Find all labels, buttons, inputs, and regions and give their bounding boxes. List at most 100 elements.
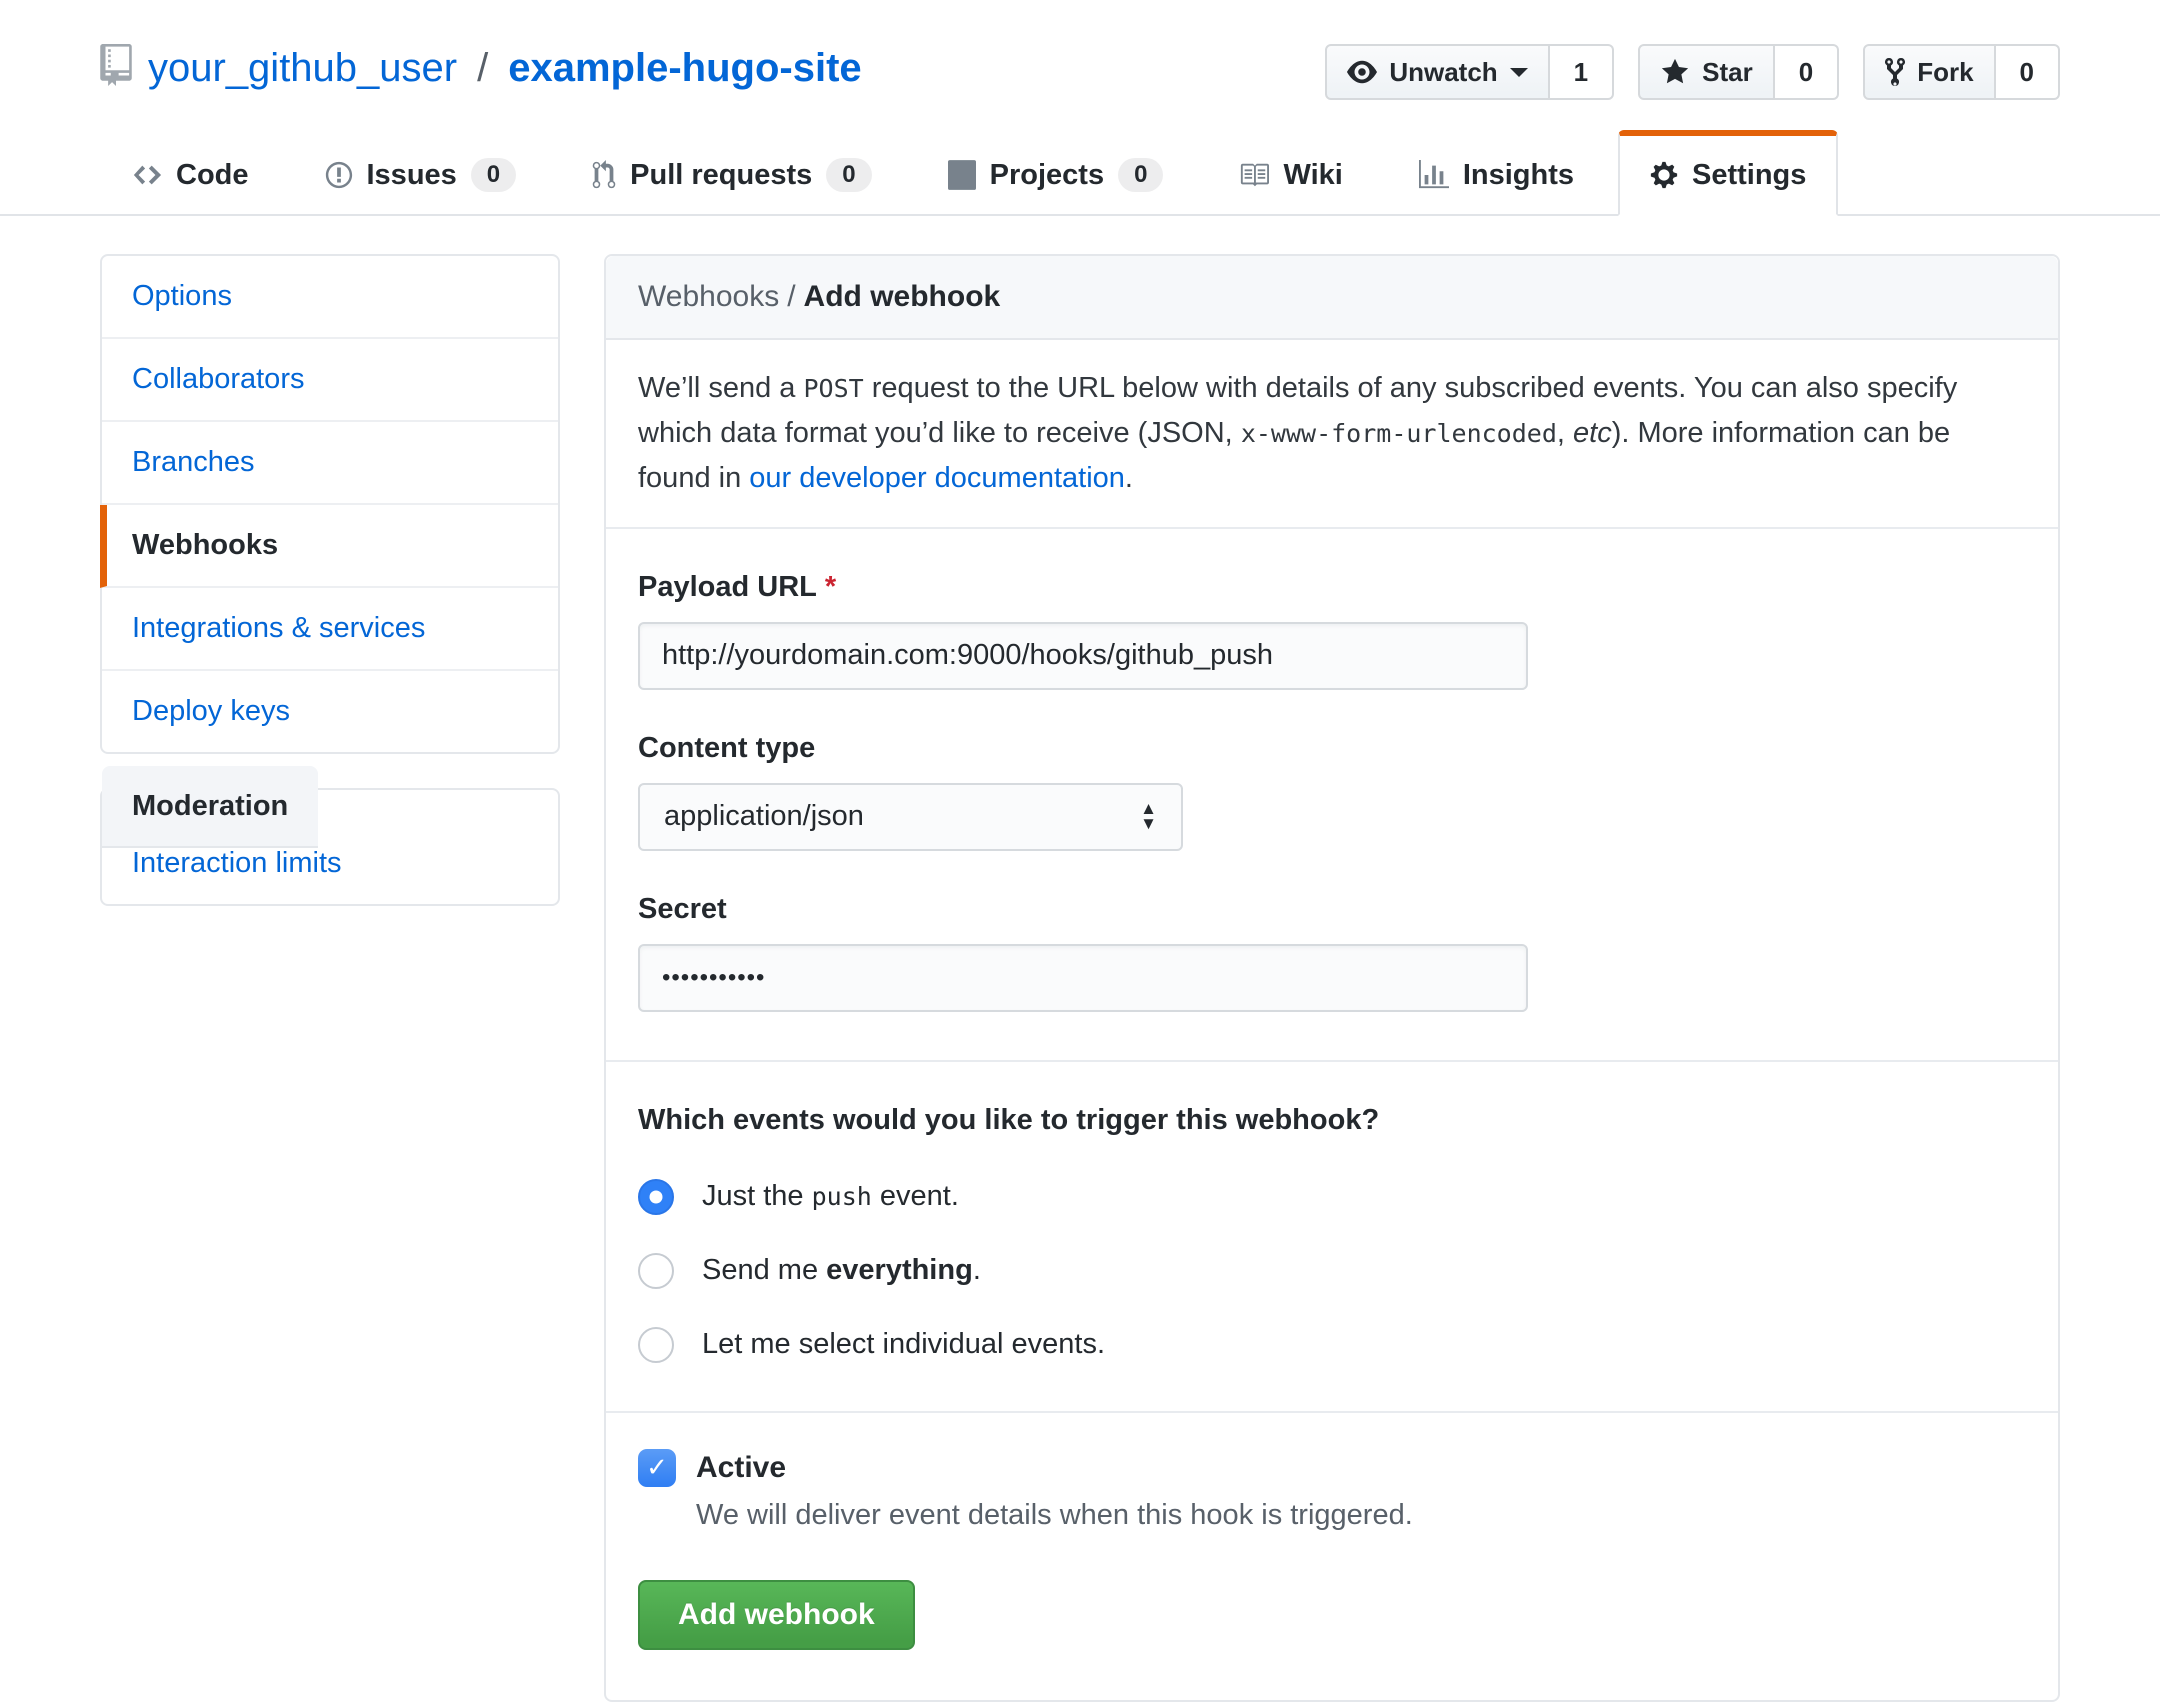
etc-italic-text: etc — [1573, 417, 1612, 449]
payload-url-label: Payload URL* — [638, 571, 2026, 604]
tab-code[interactable]: Code — [100, 130, 281, 216]
add-webhook-panel: Webhooks/Add webhook We’ll send a POST r… — [604, 254, 2060, 1702]
sidebar-item-deploy-keys[interactable]: Deploy keys — [102, 671, 558, 752]
description-text: . — [1125, 462, 1133, 494]
gear-icon — [1650, 160, 1678, 190]
radio-just-push[interactable]: Just the push event. — [638, 1179, 2026, 1215]
tab-wiki-label: Wiki — [1283, 159, 1342, 192]
urlencoded-code-text: x-www-form-urlencoded — [1241, 419, 1557, 448]
tab-projects-label: Projects — [990, 159, 1104, 192]
breadcrumb: your_github_user / example-hugo-site — [100, 40, 862, 96]
eye-icon — [1347, 57, 1377, 87]
breadcrumb-separator: / — [473, 46, 492, 91]
panel-breadcrumb: Webhooks/Add webhook — [606, 256, 2058, 340]
caret-down-icon — [1510, 68, 1528, 86]
active-section: ✓ Active We will deliver event details w… — [606, 1413, 2058, 1700]
radio-send-everything[interactable]: Send me everything. — [638, 1253, 2026, 1289]
settings-content: Options Collaborators Branches Webhooks … — [100, 254, 2060, 1702]
star-button[interactable]: Star — [1638, 44, 1775, 100]
moderation-menu: Moderation Interaction limits — [100, 788, 560, 906]
page-header: your_github_user / example-hugo-site Unw… — [0, 0, 2160, 216]
breadcrumb-row: your_github_user / example-hugo-site Unw… — [100, 40, 2060, 100]
repo-nav: Code Issues 0 Pull requests 0 Projects 0… — [100, 130, 2060, 214]
webhooks-breadcrumb-link[interactable]: Webhooks — [638, 280, 779, 313]
content-type-group: Content type application/json ▲ ▼ — [638, 732, 2026, 851]
radio-button-icon[interactable] — [638, 1253, 674, 1289]
radio-send-everything-label: Send me everything. — [702, 1254, 981, 1287]
panel-breadcrumb-current: Add webhook — [804, 280, 1001, 313]
fork-icon — [1885, 56, 1905, 88]
tab-issues-label: Issues — [367, 159, 457, 192]
settings-sidebar: Options Collaborators Branches Webhooks … — [100, 254, 560, 906]
radio-just-push-label: Just the push event. — [702, 1180, 959, 1213]
code-icon — [132, 160, 162, 190]
webhook-form: Payload URL* Content type application/js… — [606, 529, 2058, 1060]
book-icon — [1239, 160, 1269, 190]
tab-settings-label: Settings — [1692, 159, 1806, 192]
sidebar-item-webhooks[interactable]: Webhooks — [100, 505, 558, 588]
developer-documentation-link[interactable]: our developer documentation — [749, 462, 1125, 494]
tab-pull-requests-label: Pull requests — [630, 159, 812, 192]
tab-pull-requests[interactable]: Pull requests 0 — [560, 130, 903, 216]
watch-button-group: Unwatch 1 — [1325, 44, 1614, 100]
payload-url-group: Payload URL* — [638, 571, 2026, 690]
post-code-text: POST — [804, 374, 864, 403]
issues-counter: 0 — [471, 158, 516, 192]
sidebar-item-collaborators[interactable]: Collaborators — [102, 339, 558, 422]
panel-breadcrumb-separator: / — [779, 280, 803, 313]
repo-owner-link[interactable]: your_github_user — [148, 46, 457, 91]
settings-menu: Options Collaborators Branches Webhooks … — [100, 254, 560, 754]
issue-opened-icon — [325, 160, 353, 190]
active-label: Active — [696, 1451, 786, 1485]
pull-requests-counter: 0 — [826, 158, 871, 192]
fork-button-group: Fork 0 — [1863, 44, 2060, 100]
secret-group: Secret — [638, 893, 2026, 1012]
description-text: , — [1557, 417, 1573, 449]
add-webhook-button[interactable]: Add webhook — [638, 1580, 915, 1650]
secret-input[interactable] — [638, 944, 1528, 1012]
graph-icon — [1419, 160, 1449, 190]
radio-individual-events-label: Let me select individual events. — [702, 1328, 1105, 1361]
radio-button-icon[interactable] — [638, 1327, 674, 1363]
moderation-menu-header: Moderation — [102, 766, 318, 848]
tab-projects[interactable]: Projects 0 — [916, 130, 1196, 216]
content-type-value: application/json — [664, 800, 864, 833]
payload-url-input[interactable] — [638, 622, 1528, 690]
description-text: We’ll send a — [638, 372, 804, 404]
star-button-group: Star 0 — [1638, 44, 1839, 100]
tab-wiki[interactable]: Wiki — [1207, 130, 1374, 216]
star-icon — [1660, 57, 1690, 87]
tab-code-label: Code — [176, 159, 249, 192]
events-section: Which events would you like to trigger t… — [606, 1062, 2058, 1411]
select-caret-icon: ▲ ▼ — [1140, 802, 1157, 831]
sidebar-item-options[interactable]: Options — [102, 256, 558, 339]
radio-individual-events[interactable]: Let me select individual events. — [638, 1327, 2026, 1363]
fork-button[interactable]: Fork — [1863, 44, 1995, 100]
projects-counter: 0 — [1118, 158, 1163, 192]
tab-issues[interactable]: Issues 0 — [293, 130, 549, 216]
unwatch-button[interactable]: Unwatch — [1325, 44, 1549, 100]
active-checkbox-row[interactable]: ✓ Active — [638, 1449, 2026, 1487]
radio-button-icon[interactable] — [638, 1179, 674, 1215]
forks-count[interactable]: 0 — [1996, 44, 2060, 100]
webhook-description: We’ll send a POST request to the URL bel… — [606, 340, 2058, 529]
required-asterisk: * — [825, 571, 836, 603]
sidebar-item-integrations[interactable]: Integrations & services — [102, 588, 558, 671]
tab-settings[interactable]: Settings — [1618, 130, 1838, 216]
secret-label: Secret — [638, 893, 2026, 926]
fork-label: Fork — [1917, 57, 1973, 88]
repo-name-link[interactable]: example-hugo-site — [508, 46, 861, 91]
content-type-select[interactable]: application/json ▲ ▼ — [638, 783, 1183, 851]
tab-insights[interactable]: Insights — [1387, 130, 1606, 216]
stargazers-count[interactable]: 0 — [1775, 44, 1839, 100]
git-pull-request-icon — [592, 160, 616, 190]
checkbox-checked-icon[interactable]: ✓ — [638, 1449, 676, 1487]
repo-nav-bar: Code Issues 0 Pull requests 0 Projects 0… — [0, 130, 2160, 216]
repo-actions: Unwatch 1 Star 0 — [1325, 44, 2060, 100]
watchers-count[interactable]: 1 — [1550, 44, 1614, 100]
star-label: Star — [1702, 57, 1753, 88]
events-heading: Which events would you like to trigger t… — [638, 1104, 2026, 1137]
sidebar-item-branches[interactable]: Branches — [102, 422, 558, 505]
project-icon — [948, 160, 976, 190]
unwatch-label: Unwatch — [1389, 57, 1497, 88]
